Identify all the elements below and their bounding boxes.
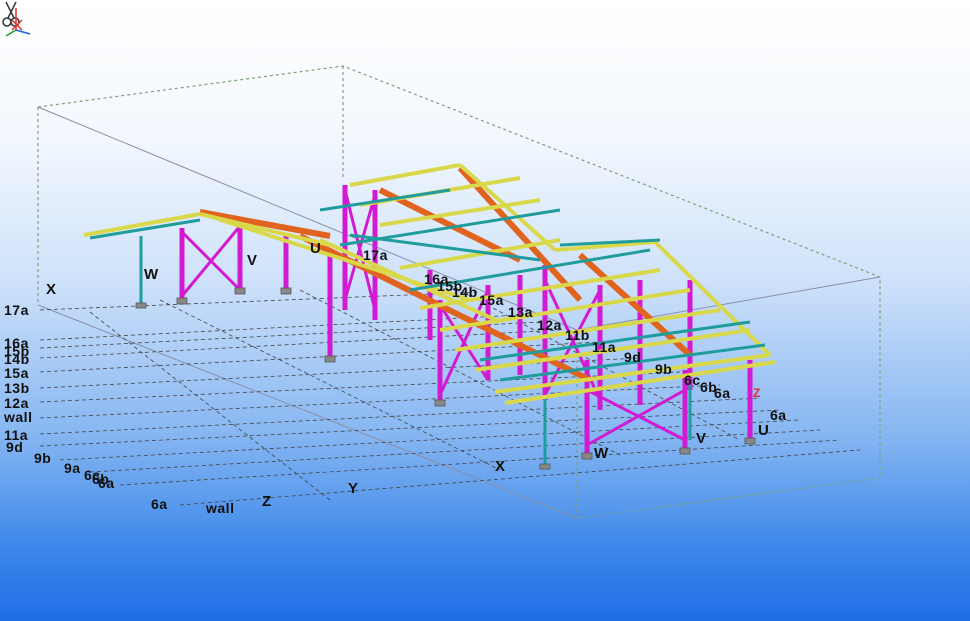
grid-label: 12a — [537, 317, 562, 333]
grid-label: wall — [206, 500, 235, 516]
grid-label: 6a — [714, 385, 731, 401]
axis-label: U — [310, 240, 321, 257]
grid-label: 17a — [363, 247, 388, 263]
grid-label: 14b — [4, 351, 30, 367]
grid-label: wall — [4, 409, 33, 425]
grid-label: 14b — [452, 284, 478, 300]
axis-label: X — [46, 281, 57, 298]
grid-label: 17a — [4, 302, 29, 318]
axis-label: Y — [348, 480, 359, 497]
grid-label: 15a — [479, 292, 504, 308]
axis-label: X — [495, 458, 506, 475]
grid-label: 11a — [592, 339, 617, 355]
axis-label: Z — [753, 386, 761, 400]
axis-label: U — [758, 422, 769, 439]
grid-label: 13a — [508, 304, 533, 320]
grid-label: 6a — [98, 475, 115, 491]
coordinate-axes-icon — [5, 8, 31, 37]
grid-label: 15a — [4, 365, 29, 381]
grid-label: 9b — [34, 450, 52, 466]
structure-drawing[interactable] — [0, 0, 970, 621]
axis-label: W — [594, 445, 609, 462]
grid-label: 11b — [565, 327, 590, 343]
model-viewport[interactable]: 17a 16a 15b 14b 15a 13b 12a wall 11a 9d … — [0, 0, 970, 621]
grid-label: 9a — [64, 460, 81, 476]
axis-label: V — [696, 430, 707, 447]
axis-label: Z — [262, 493, 272, 510]
grid-label: 9d — [624, 349, 642, 365]
grid-label: 6a — [770, 407, 787, 423]
grid-label: 13b — [4, 380, 30, 396]
grid-label: 9b — [655, 361, 673, 377]
grid-label: 12a — [4, 395, 29, 411]
axis-label: W — [144, 266, 159, 283]
axis-label: V — [247, 252, 258, 269]
grid-label: 6a — [151, 496, 168, 512]
grid-label: 9d — [6, 439, 24, 455]
grid-label: 6c — [684, 372, 701, 388]
